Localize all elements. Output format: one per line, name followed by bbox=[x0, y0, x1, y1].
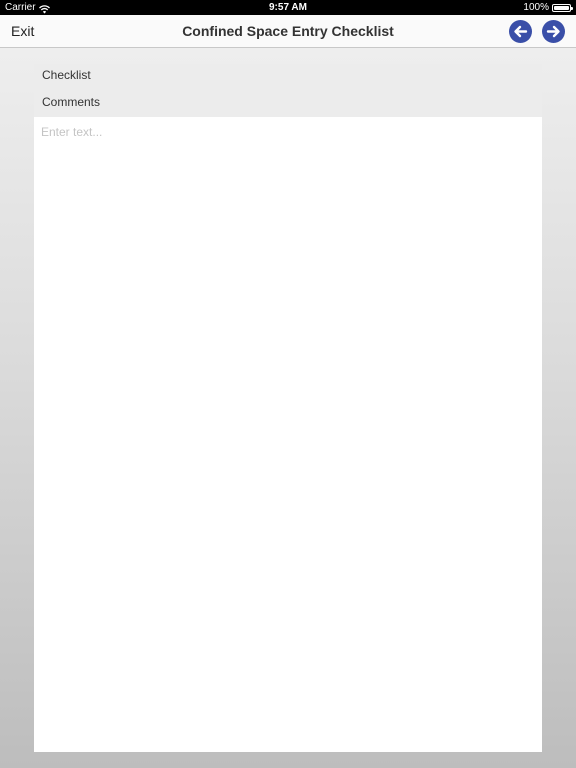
page-title: Confined Space Entry Checklist bbox=[182, 23, 394, 39]
battery-icon bbox=[552, 3, 573, 12]
section-label: Checklist bbox=[42, 68, 91, 82]
status-bar: Carrier 9:57 AM 100% bbox=[0, 0, 576, 15]
status-right: 100% bbox=[523, 0, 573, 15]
arrow-left-icon bbox=[514, 25, 528, 38]
comments-label: Comments bbox=[42, 95, 101, 109]
battery-fill bbox=[554, 5, 569, 10]
forward-button[interactable] bbox=[542, 20, 565, 43]
arrow-right-icon bbox=[546, 25, 560, 38]
form-panel: Checklist Comments bbox=[34, 64, 542, 752]
status-time: 9:57 AM bbox=[269, 2, 307, 13]
panel-header: Checklist Comments bbox=[34, 64, 542, 117]
nav-bar: Exit Confined Space Entry Checklist bbox=[0, 15, 576, 48]
back-button[interactable] bbox=[509, 20, 532, 43]
comments-textarea[interactable] bbox=[34, 117, 542, 752]
battery-nub bbox=[571, 6, 573, 10]
battery-percent: 100% bbox=[523, 2, 549, 13]
